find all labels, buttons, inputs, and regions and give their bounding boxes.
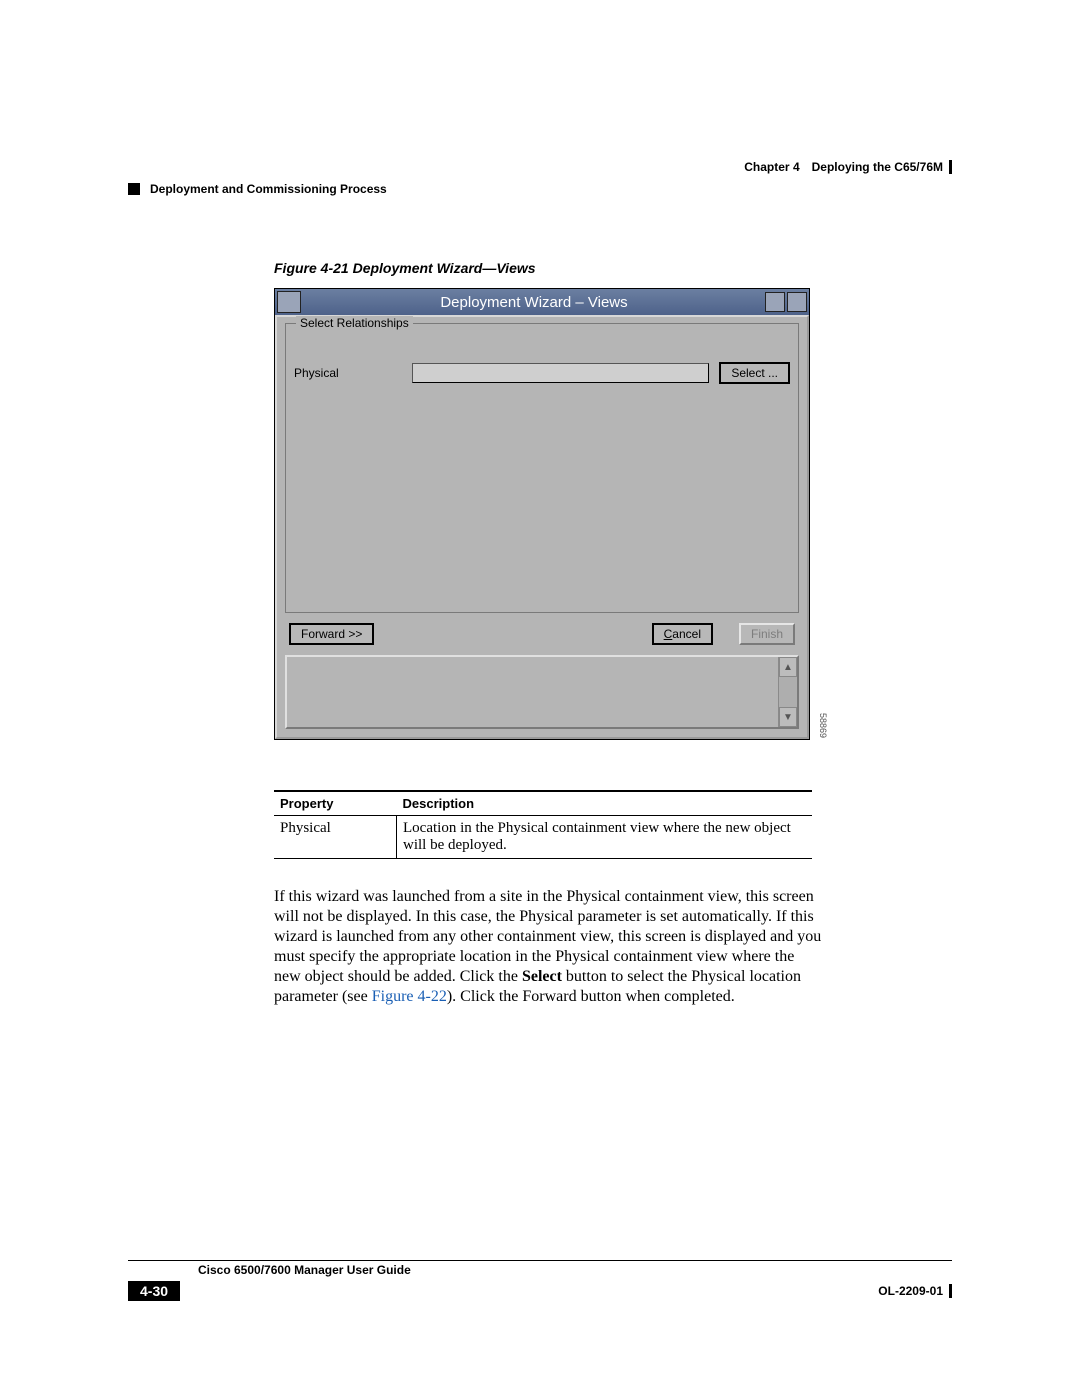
scroll-down-icon[interactable]: ▼	[779, 707, 797, 727]
physical-label: Physical	[294, 366, 402, 380]
document-id: OL-2209-01	[878, 1284, 952, 1298]
window-titlebar: Deployment Wizard – Views	[275, 289, 809, 315]
table-row: Physical Location in the Physical contai…	[274, 816, 812, 859]
wizard-nav-row: Forward >> Cancel Finish	[285, 623, 799, 645]
cancel-button[interactable]: Cancel	[652, 623, 713, 645]
figure-caption: Figure 4-21 Deployment Wizard—Views	[274, 260, 952, 276]
select-button[interactable]: Select ...	[719, 362, 790, 384]
deployment-wizard-window: Deployment Wizard – Views Select Relatio…	[274, 288, 810, 740]
chapter-title: Deploying the C65/76M	[812, 160, 943, 174]
physical-input[interactable]	[412, 363, 709, 383]
finish-button: Finish	[739, 623, 795, 645]
body-paragraph: If this wizard was launched from a site …	[274, 887, 824, 1007]
minimize-icon[interactable]	[765, 292, 785, 312]
forward-button[interactable]: Forward >>	[289, 623, 374, 645]
col-description: Description	[397, 791, 813, 816]
scroll-up-icon[interactable]: ▲	[779, 657, 797, 677]
log-area: ▲ ▼	[285, 655, 799, 729]
col-property: Property	[274, 791, 397, 816]
maximize-icon[interactable]	[787, 292, 807, 312]
chapter-number: Chapter 4	[744, 160, 799, 174]
property-table: Property Description Physical Location i…	[274, 790, 812, 859]
log-text	[287, 657, 778, 727]
cell-property: Physical	[274, 816, 397, 859]
footer-guide-title: Cisco 6500/7600 Manager User Guide	[128, 1263, 952, 1277]
image-id: 58869	[818, 713, 828, 738]
running-header: Chapter 4 Deploying the C65/76M	[128, 160, 952, 174]
page-number: 4-30	[128, 1281, 180, 1301]
window-menu-icon[interactable]	[277, 291, 301, 313]
figure-xref[interactable]: Figure 4-22	[372, 988, 447, 1005]
section-marker-icon	[128, 183, 140, 195]
group-label: Select Relationships	[296, 316, 413, 330]
log-scrollbar[interactable]: ▲ ▼	[778, 657, 797, 727]
wizard-body: Select Relationships Physical Select ...…	[275, 315, 809, 739]
page-footer: Cisco 6500/7600 Manager User Guide 4-30 …	[128, 1260, 952, 1301]
window-title: Deployment Wizard – Views	[303, 294, 765, 311]
select-relationships-group: Select Relationships Physical Select ...	[285, 323, 799, 613]
cell-description: Location in the Physical containment vie…	[397, 816, 813, 859]
page: Chapter 4 Deploying the C65/76M Deployme…	[0, 0, 1080, 1397]
section-title: Deployment and Commissioning Process	[150, 182, 387, 196]
